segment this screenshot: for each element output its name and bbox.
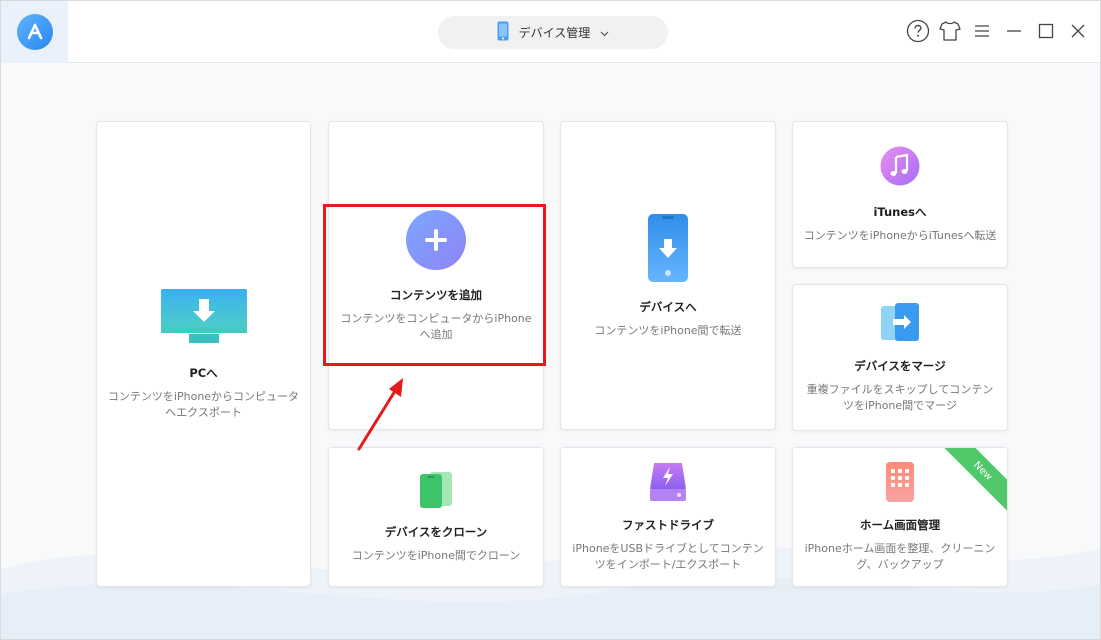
flash-drive-icon — [649, 461, 687, 507]
card-fast-drive-title: ファストドライブ — [622, 518, 714, 532]
app-window: デバイス管理 PCへ コンテンツをiPhoneからコンピュータへエクスポート コ… — [0, 0, 1101, 640]
card-to-device-desc: コンテンツをiPhone間で転送 — [594, 323, 742, 337]
maximize-icon[interactable] — [1034, 18, 1058, 44]
card-to-device-title: デバイスへ — [639, 299, 697, 314]
minimize-icon[interactable] — [1002, 18, 1026, 44]
card-to-itunes-title: iTunesへ — [873, 204, 927, 219]
window-controls — [906, 18, 1090, 44]
clone-phones-icon — [418, 470, 454, 514]
card-to-itunes[interactable]: iTunesへ コンテンツをiPhoneからiTunesへ転送 — [792, 121, 1008, 268]
help-icon[interactable] — [906, 18, 930, 44]
highlight-box — [323, 204, 546, 366]
card-merge-device[interactable]: デバイスをマージ 重複ファイルをスキップしてコンテンツをiPhone間でマージ — [792, 284, 1008, 431]
annotation-arrow — [357, 378, 403, 451]
card-to-pc-desc: コンテンツをiPhoneからコンピュータへエクスポート — [107, 390, 300, 419]
device-selector-label: デバイス管理 — [518, 26, 591, 40]
iphone-icon — [497, 21, 509, 44]
app-logo-icon[interactable] — [16, 14, 53, 50]
card-clone-device[interactable]: デバイスをクローン コンテンツをiPhone間でクローン — [328, 447, 544, 587]
device-selector[interactable]: デバイス管理 — [438, 16, 668, 49]
card-home-screen-title: ホーム画面管理 — [859, 518, 941, 532]
monitor-download-icon — [160, 287, 248, 351]
chevron-down-icon — [600, 26, 609, 40]
close-icon[interactable] — [1066, 18, 1090, 44]
card-to-device[interactable]: デバイスへ コンテンツをiPhone間で転送 — [560, 121, 776, 430]
card-home-screen[interactable]: New ホーム画面管理 iPhoneホーム画面を整理、クリーニング、バックアップ — [792, 447, 1008, 587]
new-badge: New — [939, 448, 1007, 515]
card-fast-drive[interactable]: ファストドライブ iPhoneをUSBドライブとしてコンテンツをインポート/エク… — [560, 447, 776, 587]
card-home-screen-desc: iPhoneホーム画面を整理、クリーニング、バックアップ — [804, 542, 996, 571]
menu-icon[interactable] — [970, 18, 994, 44]
card-to-itunes-desc: コンテンツをiPhoneからiTunesへ転送 — [803, 228, 997, 242]
card-to-pc[interactable]: PCへ コンテンツをiPhoneからコンピュータへエクスポート — [96, 121, 311, 587]
card-merge-device-title: デバイスをマージ — [854, 358, 946, 373]
card-fast-drive-desc: iPhoneをUSBドライブとしてコンテンツをインポート/エクスポート — [572, 542, 764, 571]
title-bar: デバイス管理 — [1, 1, 1100, 63]
card-clone-device-title: デバイスをクローン — [384, 525, 488, 539]
logo-area — [1, 1, 68, 63]
skin-icon[interactable] — [938, 18, 962, 44]
card-to-pc-title: PCへ — [189, 366, 218, 380]
merge-phones-icon — [879, 302, 921, 348]
home-screen-icon — [885, 461, 915, 507]
phone-download-icon — [646, 213, 690, 287]
card-clone-device-desc: コンテンツをiPhone間でクローン — [351, 549, 521, 562]
card-merge-device-desc: 重複ファイルをスキップしてコンテンツをiPhone間でマージ — [806, 382, 994, 412]
music-note-icon — [880, 146, 920, 190]
